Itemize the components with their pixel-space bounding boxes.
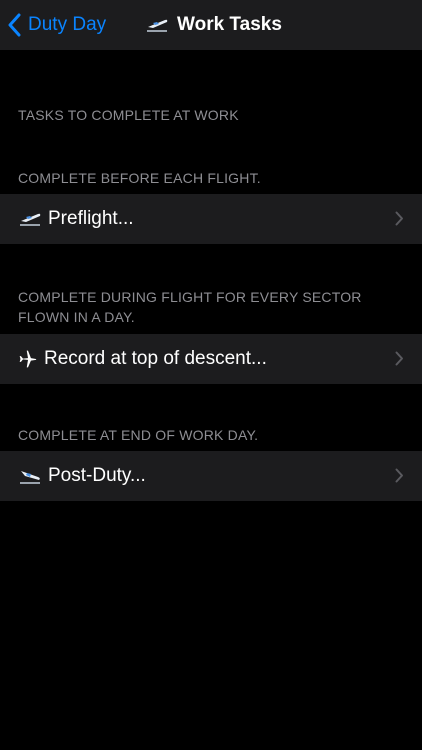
preflight-row-icon xyxy=(18,209,44,229)
section-header-end-of-day: COMPLETE AT END OF WORK DAY. xyxy=(18,427,259,443)
back-button[interactable]: Duty Day xyxy=(8,10,106,40)
plane-departure-icon xyxy=(147,19,168,32)
page-title-group: Work Tasks xyxy=(145,10,282,40)
plane-departure-icon xyxy=(20,213,41,226)
navigation-bar: Duty Day Work Tasks xyxy=(0,0,422,50)
top-of-descent-row[interactable]: Record at top of descent... xyxy=(0,334,422,384)
post-duty-row-label: Post-Duty... xyxy=(48,465,146,486)
airplane-icon xyxy=(19,350,37,368)
preflight-row[interactable]: Preflight... xyxy=(0,194,422,244)
plane-arrival-icon xyxy=(20,471,40,484)
post-duty-row[interactable]: Post-Duty... xyxy=(0,451,422,501)
top-of-descent-row-icon xyxy=(18,349,40,369)
chevron-right-icon xyxy=(395,468,403,483)
top-of-descent-row-label: Record at top of descent... xyxy=(44,348,267,369)
back-button-label: Duty Day xyxy=(28,14,107,35)
chevron-left-icon xyxy=(8,13,21,37)
chevron-right-icon xyxy=(395,211,403,226)
post-duty-row-icon xyxy=(18,466,44,486)
chevron-right-icon xyxy=(395,351,403,366)
section-header-work-tasks: TASKS TO COMPLETE AT WORK xyxy=(18,107,239,123)
page-title: Work Tasks xyxy=(177,14,282,35)
section-header-during-flight: COMPLETE DURING FLIGHT FOR EVERY SECTOR … xyxy=(18,289,362,325)
section-header-before-flight: COMPLETE BEFORE EACH FLIGHT. xyxy=(18,170,261,186)
preflight-row-label: Preflight... xyxy=(48,208,134,229)
